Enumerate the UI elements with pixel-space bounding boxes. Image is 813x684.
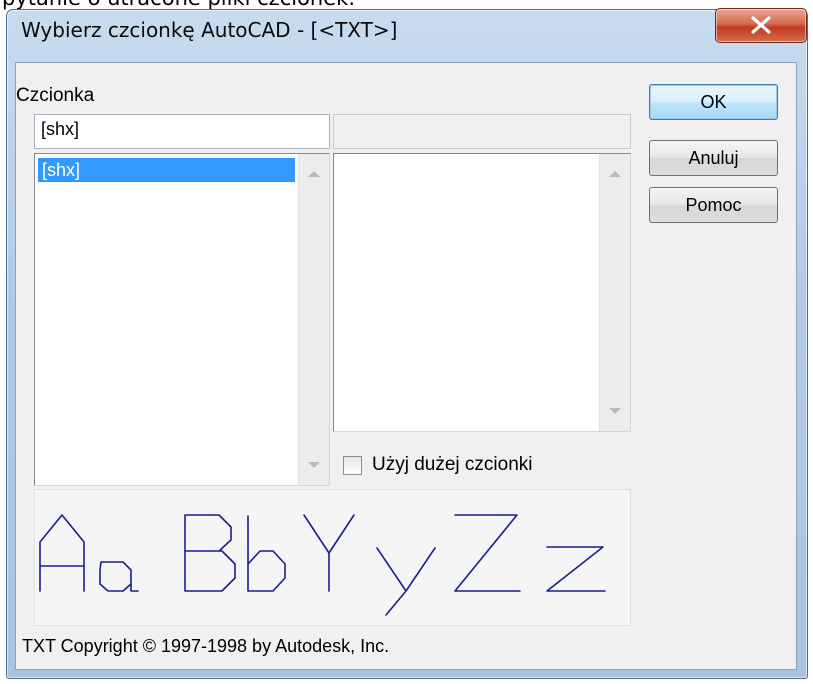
scroll-down-arrow-icon[interactable] [308,462,320,468]
glyph-b [247,515,286,592]
dialog-title: Wybierz czcionkę AutoCAD - [<TXT>] [21,18,398,42]
font-list-scrollbar[interactable] [298,154,329,485]
glyph-y [376,547,436,616]
font-preview-sample [39,514,606,616]
font-name-input[interactable]: [shx] [34,114,330,149]
glyph-Y [303,514,355,592]
glyph-B [184,514,236,592]
close-x-icon [751,16,771,34]
glyph-Z [454,514,521,592]
font-copyright-text: TXT Copyright © 1997-1998 by Autodesk, I… [22,636,390,656]
close-button[interactable] [715,8,807,43]
scroll-up-arrow-icon[interactable] [308,171,320,177]
font-label: Czcionka [16,85,95,106]
big-font-label[interactable]: Użyj dużej czcionki [372,454,533,476]
font-list[interactable]: [shx] [34,153,330,486]
font-preview [34,489,631,626]
font-style-list[interactable] [333,153,631,432]
big-font-checkbox[interactable] [343,456,362,475]
help-button[interactable]: Pomoc [649,187,778,223]
glyph-a [99,561,139,592]
ok-button[interactable]: OK [649,84,778,120]
cancel-button[interactable]: Anuluj [649,140,778,176]
scroll-up-arrow-icon[interactable] [609,171,621,177]
style-list-scrollbar[interactable] [599,154,630,431]
scroll-down-arrow-icon[interactable] [609,408,621,414]
font-style-input [333,114,631,149]
list-item-shx[interactable]: [shx] [38,158,295,182]
glyph-A [39,514,85,592]
glyph-z [546,546,606,592]
